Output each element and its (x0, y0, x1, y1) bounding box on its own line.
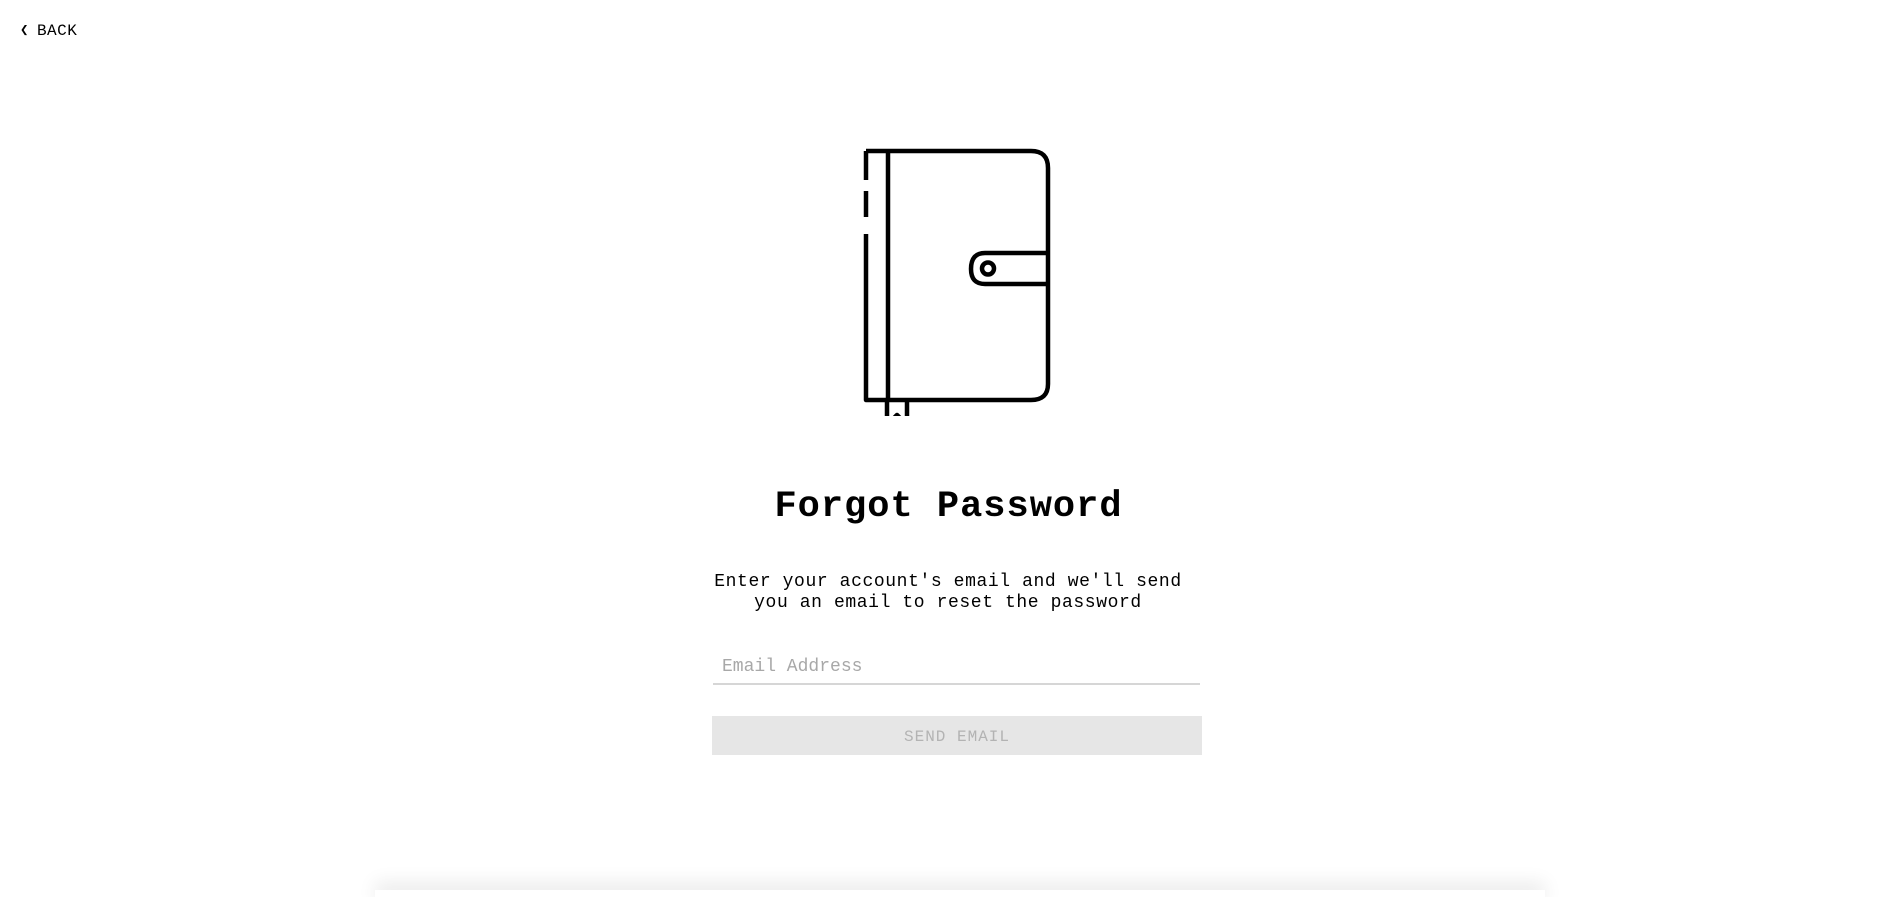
back-label: BACK (36, 22, 78, 40)
forgot-password-page: ❮ BACK Forgot Password Enter your accoun… (0, 0, 1897, 897)
instructions-text: Enter your account's email and we'll sen… (714, 572, 1182, 613)
send-email-button[interactable]: SEND EMAIL (712, 716, 1202, 755)
bottom-panel-edge (375, 890, 1545, 897)
journal-icon (863, 148, 1051, 416)
chevron-left-icon: ❮ (20, 23, 29, 39)
email-field[interactable] (713, 650, 1200, 685)
back-button[interactable]: ❮ BACK (20, 22, 77, 40)
page-title: Forgot Password (774, 486, 1123, 528)
